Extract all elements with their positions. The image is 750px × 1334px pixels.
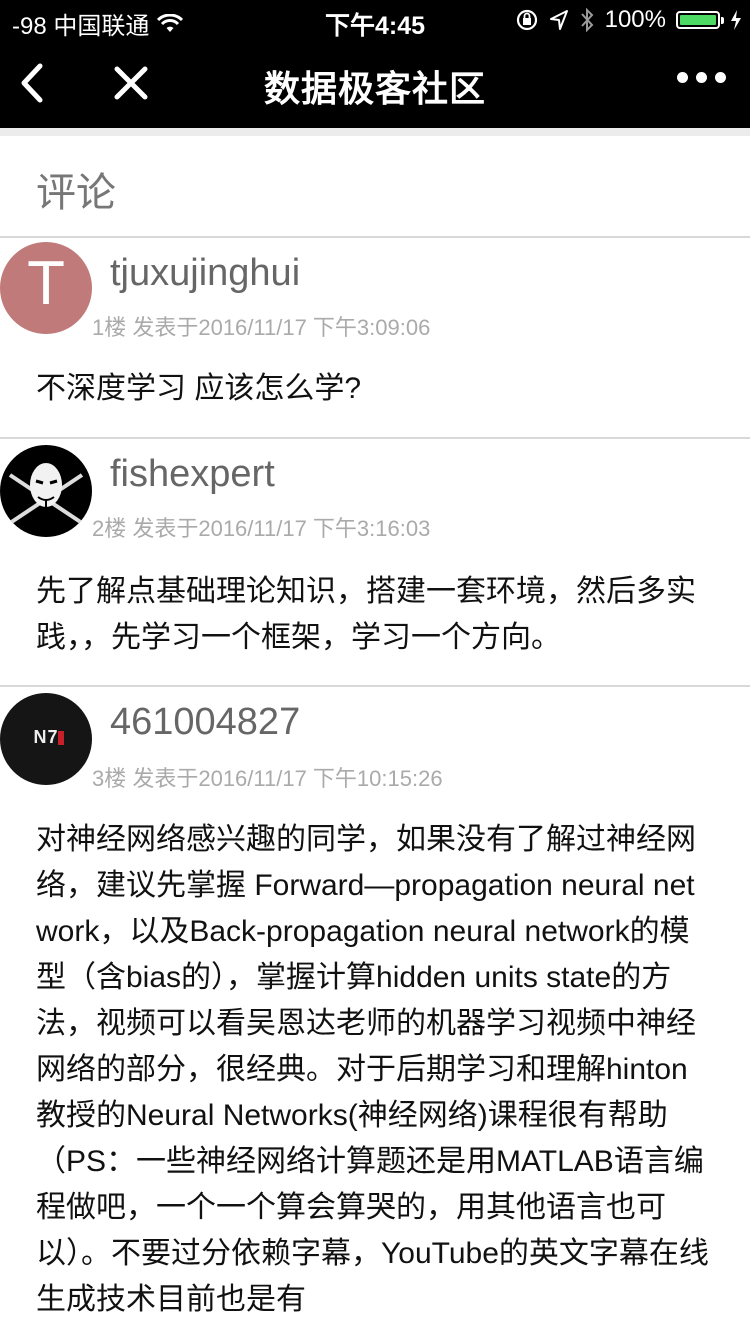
comment-item-1: T tjuxujinghui 1楼 发表于2016/11/17 下午3:09:0…: [0, 238, 750, 438]
pirate-mask-avatar-icon: [8, 463, 84, 525]
comment-meta: 3楼 发表于2016/11/17 下午10:15:26: [92, 766, 443, 791]
page-title: 数据极客社区: [263, 68, 486, 109]
header-separator: [0, 128, 750, 136]
section-title: 评论: [36, 171, 116, 215]
logo-red-bar: [58, 731, 64, 745]
comment-item-2: fishexpert 2楼 发表于2016/11/17 下午3:16:03 先了…: [0, 439, 750, 687]
avatar[interactable]: [0, 445, 92, 537]
avatar[interactable]: T: [0, 242, 92, 334]
location-icon: [549, 10, 568, 30]
battery-icon: [676, 11, 724, 29]
comment-meta: 1楼 发表于2016/11/17 下午3:09:06: [92, 315, 431, 340]
comment-meta: 2楼 发表于2016/11/17 下午3:16:03: [92, 516, 431, 541]
comment-text: 对神经网络感兴趣的同学，如果没有了解过神经网络，建议先掌握 Forward—pr…: [36, 823, 709, 1316]
comment-username[interactable]: fishexpert: [110, 453, 275, 496]
status-bar: -98 中国联通 下午4:45 100%: [0, 0, 750, 40]
status-right: 100%: [515, 6, 742, 34]
comment-text: 先了解点基础理论知识，搭建一套环境，然后多实践，，先学习一个框架，学习一个方向。: [36, 575, 696, 654]
avatar-logo: N7: [33, 727, 59, 747]
bluetooth-icon: [580, 7, 593, 33]
avatar[interactable]: N7: [0, 693, 92, 785]
avatar-letter: T: [27, 249, 65, 318]
nav-bar: 数据极客社区: [0, 40, 750, 128]
comment-text: 不深度学习 应该怎么学?: [36, 372, 362, 405]
comment-username[interactable]: 461004827: [110, 701, 300, 744]
comment-username[interactable]: tjuxujinghui: [110, 252, 300, 295]
battery-percent: 100%: [604, 6, 666, 33]
charging-icon: [731, 10, 741, 30]
more-icon[interactable]: [677, 72, 726, 83]
comment-item-3: N7 461004827 3楼 发表于2016/11/17 下午10:15:26…: [0, 687, 750, 1334]
rotation-lock-icon: [516, 9, 537, 31]
